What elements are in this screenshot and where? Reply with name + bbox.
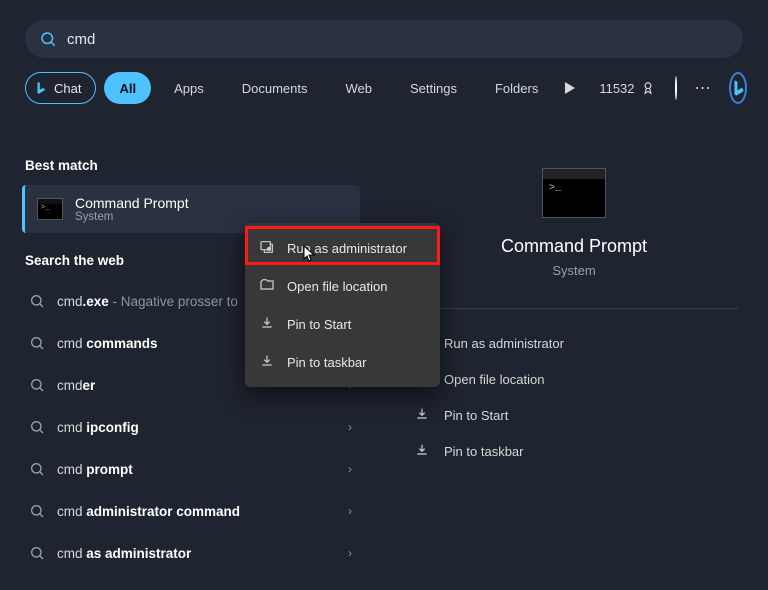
preview-title: Command Prompt: [410, 236, 738, 257]
more-button[interactable]: ⋯: [695, 78, 711, 98]
context-menu-item[interactable]: Pin to taskbar: [245, 343, 440, 381]
search-icon: [39, 30, 57, 48]
filter-chat[interactable]: Chat: [25, 72, 96, 104]
search-icon: [29, 503, 45, 519]
web-result-text: cmd administrator command: [57, 504, 336, 519]
bing-icon: [34, 81, 48, 95]
preview-thumbnail: [542, 168, 606, 218]
search-icon: [29, 335, 45, 351]
admin-shield-icon: [259, 239, 275, 258]
best-match-title: Command Prompt: [75, 195, 189, 211]
context-menu-label: Run as administrator: [287, 241, 407, 256]
context-menu-label: Pin to Start: [287, 317, 351, 332]
search-bar[interactable]: cmd: [25, 20, 743, 58]
web-result-text: cmd as administrator: [57, 546, 336, 561]
filter-apps[interactable]: Apps: [159, 72, 219, 104]
context-menu-label: Open file location: [287, 279, 387, 294]
preview-action[interactable]: Open file location: [410, 361, 738, 397]
best-match-label: Best match: [25, 158, 360, 173]
chevron-right-icon: ›: [348, 504, 352, 518]
bing-icon: [731, 79, 745, 97]
search-icon: [29, 545, 45, 561]
search-icon: [29, 377, 45, 393]
filter-folders[interactable]: Folders: [480, 72, 553, 104]
web-result-text: cmd ipconfig: [57, 420, 336, 435]
web-result-item[interactable]: cmd as administrator ›: [25, 532, 360, 574]
chevron-right-icon: ›: [348, 462, 352, 476]
search-icon: [29, 419, 45, 435]
context-menu-item[interactable]: Run as administrator: [245, 229, 440, 267]
pin-icon: [259, 315, 275, 334]
preview-action[interactable]: Pin to taskbar: [410, 433, 738, 469]
filter-settings[interactable]: Settings: [395, 72, 472, 104]
rewards-icon: [641, 81, 655, 95]
points-value: 11532: [599, 81, 634, 96]
search-icon: [29, 293, 45, 309]
web-result-item[interactable]: cmd prompt ›: [25, 448, 360, 490]
pin-icon: [414, 442, 430, 461]
filter-row: Chat All Apps Documents Web Settings Fol…: [25, 72, 743, 104]
action-label: Run as administrator: [444, 336, 564, 351]
search-icon: [29, 461, 45, 477]
filter-more-button[interactable]: [565, 74, 575, 102]
web-result-item[interactable]: cmd administrator command ›: [25, 490, 360, 532]
best-match-subtitle: System: [75, 211, 189, 223]
action-label: Pin to Start: [444, 408, 508, 423]
preview-action[interactable]: Pin to Start: [410, 397, 738, 433]
pin-icon: [259, 353, 275, 372]
preview-actions: Run as administrator Open file location Pi…: [410, 325, 738, 469]
web-result-text: cmd prompt: [57, 462, 336, 477]
filter-documents[interactable]: Documents: [227, 72, 323, 104]
filter-all[interactable]: All: [104, 72, 151, 104]
divider: [410, 308, 738, 309]
context-menu: Run as administrator Open file location Pi…: [245, 223, 440, 387]
context-menu-label: Pin to taskbar: [287, 355, 367, 370]
filter-web[interactable]: Web: [330, 72, 387, 104]
bing-chat-button[interactable]: [729, 72, 747, 104]
search-input-value: cmd: [67, 31, 95, 48]
user-avatar[interactable]: [675, 76, 677, 100]
action-label: Open file location: [444, 372, 544, 387]
preview-action[interactable]: Run as administrator: [410, 325, 738, 361]
context-menu-item[interactable]: Pin to Start: [245, 305, 440, 343]
preview-subtitle: System: [410, 263, 738, 278]
web-result-item[interactable]: cmd ipconfig ›: [25, 406, 360, 448]
pin-icon: [414, 406, 430, 425]
chevron-right-icon: ›: [348, 546, 352, 560]
command-prompt-icon: [37, 198, 63, 220]
context-menu-item[interactable]: Open file location: [245, 267, 440, 305]
rewards-points[interactable]: 11532: [599, 81, 654, 96]
folder-icon: [259, 277, 275, 296]
play-icon: [565, 82, 575, 94]
chevron-right-icon: ›: [348, 420, 352, 434]
filter-chat-label: Chat: [54, 81, 81, 96]
action-label: Pin to taskbar: [444, 444, 524, 459]
